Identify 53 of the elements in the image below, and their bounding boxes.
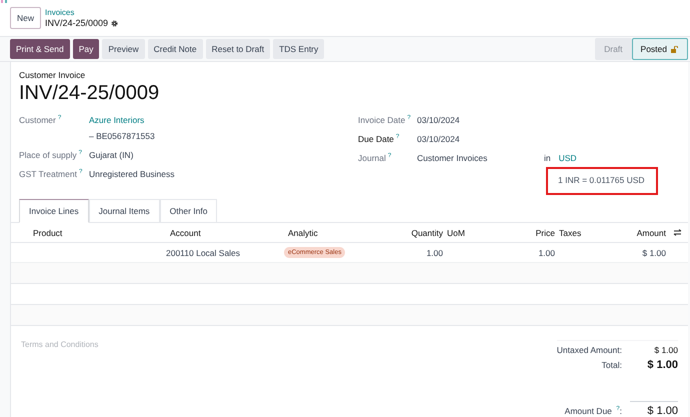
column-header[interactable]: Amount bbox=[616, 228, 666, 238]
column-header[interactable]: Analytic bbox=[284, 228, 374, 238]
field-value: Customer Invoices bbox=[417, 153, 488, 165]
action-button[interactable]: Reset to Draft bbox=[206, 39, 270, 60]
field-label: Due Date $^{?}$ bbox=[358, 134, 400, 144]
tab[interactable]: Invoice Lines bbox=[19, 199, 89, 223]
gear-icon[interactable] bbox=[111, 20, 118, 27]
customer-link[interactable]: Azure Interiors bbox=[89, 115, 358, 125]
tab[interactable]: Other Info bbox=[160, 199, 218, 223]
table-cell-text: 1.00 bbox=[425, 248, 443, 258]
action-button[interactable]: Preview bbox=[102, 39, 145, 60]
breadcrumb-link[interactable]: Invoices bbox=[45, 8, 118, 18]
column-header[interactable]: Taxes bbox=[555, 228, 616, 238]
column-header[interactable]: Quantity bbox=[374, 228, 443, 238]
action-button[interactable]: Pay bbox=[72, 39, 100, 60]
column-header[interactable]: Product bbox=[29, 228, 166, 238]
amount-due-label: Amount Due $^{?}$: bbox=[564, 406, 622, 416]
total-label: Untaxed Amount: bbox=[556, 345, 622, 355]
field-label: Place of supply $^{?}$ bbox=[19, 150, 83, 160]
total-value: $ 1.00 bbox=[647, 359, 678, 371]
column-header[interactable]: UoM bbox=[443, 228, 493, 238]
invoice-number: INV/24-25/0009 bbox=[19, 82, 160, 105]
field-label: Journal $^{?}$ bbox=[358, 153, 392, 165]
action-button[interactable]: Print & Send bbox=[10, 39, 70, 60]
new-button[interactable]: New bbox=[10, 7, 42, 30]
record-name: INV/24-25/0009 bbox=[45, 18, 108, 28]
field-value: 03/10/2024 bbox=[417, 134, 461, 144]
column-header[interactable]: Price bbox=[493, 228, 555, 238]
field-value: 03/10/2024 bbox=[417, 115, 461, 125]
total-label: Total: bbox=[602, 360, 622, 370]
field-label: Customer $^{?}$ bbox=[19, 115, 62, 127]
total-value: $ 1.00 bbox=[654, 345, 678, 355]
action-button[interactable]: Credit Note bbox=[148, 39, 203, 60]
table-cell-text: 200110 Local Sales bbox=[166, 248, 242, 258]
currency-prefix: in bbox=[544, 153, 551, 163]
field-label: GST Treatment $^{?}$ bbox=[19, 169, 84, 179]
column-settings-icon[interactable] bbox=[672, 229, 682, 236]
field-label: Invoice Date $^{?}$ bbox=[358, 115, 412, 125]
column-header[interactable]: Account bbox=[166, 228, 284, 238]
field-value: Unregistered Business bbox=[89, 169, 176, 179]
app-icon bbox=[0, 0, 10, 4]
invoice-type-label: Customer Invoice bbox=[19, 70, 86, 80]
currency-link[interactable]: USD bbox=[558, 153, 577, 163]
table-cell-text: $ 1.00 bbox=[641, 248, 666, 258]
field-value: – BE0567871553 bbox=[89, 131, 156, 141]
action-button[interactable]: TDS Entry bbox=[273, 39, 324, 60]
exchange-rate: 1 INR = 0.011765 USD bbox=[546, 167, 658, 195]
status-step[interactable]: Posted bbox=[632, 38, 688, 60]
table-cell-text: 1.00 bbox=[537, 248, 555, 258]
amount-due-value: $ 1.00 bbox=[630, 401, 678, 417]
field-value: Gujarat (IN) bbox=[89, 150, 134, 160]
tab[interactable]: Journal Items bbox=[88, 199, 160, 223]
unlock-icon bbox=[671, 46, 679, 53]
